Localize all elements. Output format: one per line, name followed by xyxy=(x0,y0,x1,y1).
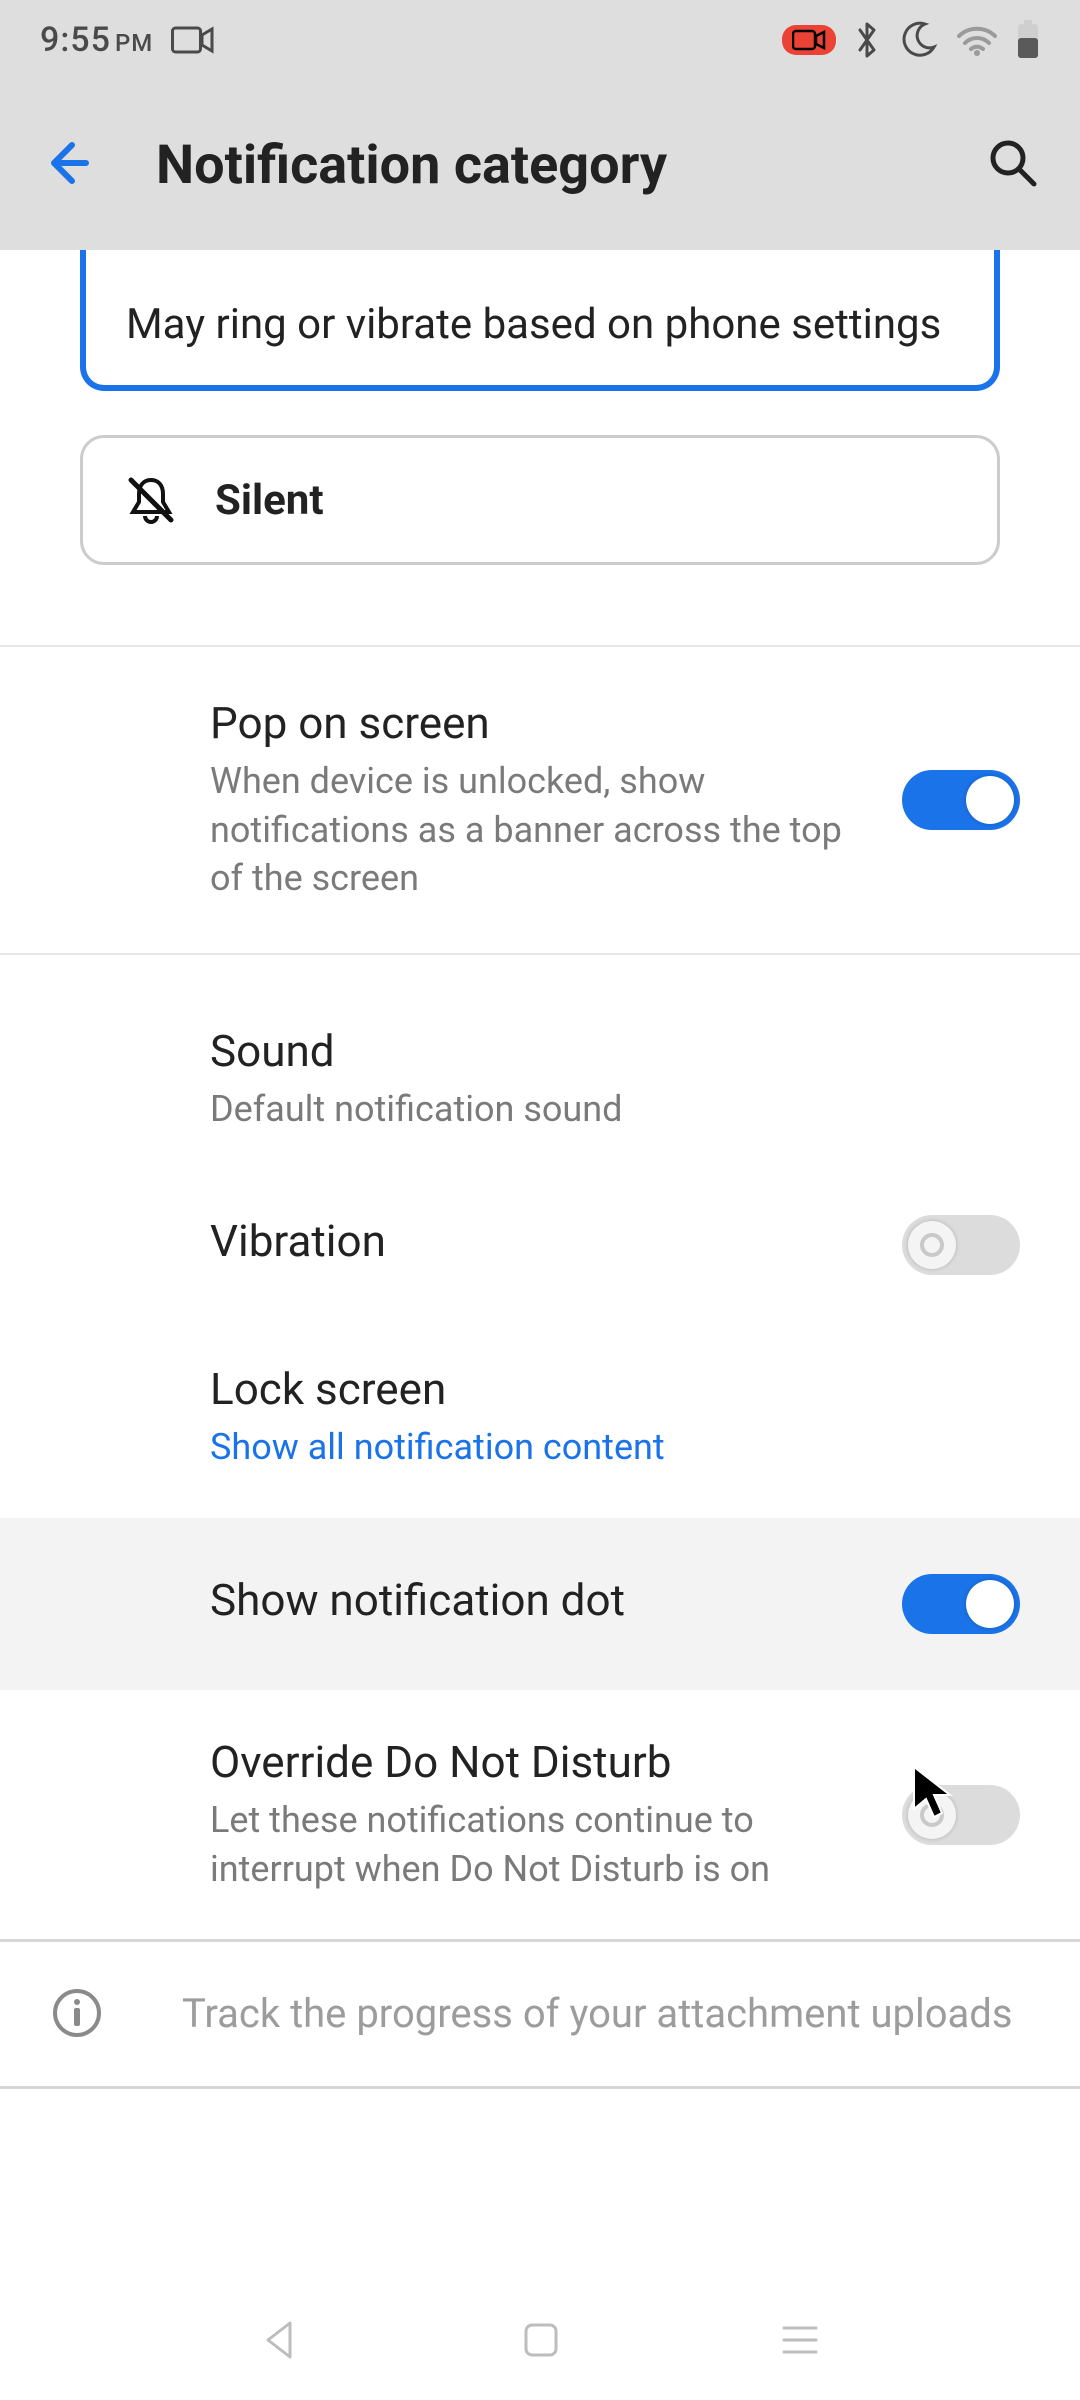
divider xyxy=(0,2086,1080,2089)
option-silent[interactable]: Silent xyxy=(80,435,1000,565)
setting-sound[interactable]: Sound Default notification sound xyxy=(0,955,1080,1168)
toggle-vibration[interactable] xyxy=(902,1215,1020,1275)
setting-notification-dot[interactable]: Show notification dot xyxy=(0,1518,1080,1690)
toggle-notification-dot[interactable] xyxy=(902,1574,1020,1634)
back-button[interactable] xyxy=(40,135,96,195)
bell-off-icon xyxy=(123,472,179,528)
setting-subtitle: Let these notifications continue to inte… xyxy=(210,1796,872,1893)
setting-title: Lock screen xyxy=(210,1363,1020,1415)
nav-back-button[interactable] xyxy=(258,2317,304,2363)
option-default[interactable]: May ring or vibrate based on phone setti… xyxy=(80,250,1000,391)
setting-subtitle: Default notification sound xyxy=(210,1085,1020,1134)
footer-info: Track the progress of your attachment up… xyxy=(0,1942,1080,2086)
setting-lock-screen[interactable]: Lock screen Show all notification conten… xyxy=(0,1323,1080,1518)
setting-title: Sound xyxy=(210,1025,1020,1077)
status-time-ampm: PM xyxy=(115,29,153,57)
page-title: Notification category xyxy=(156,134,667,197)
setting-title: Show notification dot xyxy=(210,1574,872,1626)
wifi-icon xyxy=(956,24,998,56)
setting-subtitle: When device is unlocked, show notificati… xyxy=(210,757,872,903)
status-right xyxy=(782,20,1040,60)
setting-subtitle: Show all notification content xyxy=(210,1423,1020,1472)
setting-vibration[interactable]: Vibration xyxy=(0,1167,1080,1323)
screen-record-badge xyxy=(782,25,836,55)
setting-pop-on-screen[interactable]: Pop on screen When device is unlocked, s… xyxy=(0,647,1080,953)
system-nav-bar xyxy=(0,2280,1080,2400)
toggle-override-dnd[interactable] xyxy=(902,1785,1020,1845)
status-bar: 9:55PM xyxy=(0,0,1080,80)
footer-info-text: Track the progress of your attachment up… xyxy=(182,1986,1020,2042)
search-button[interactable] xyxy=(986,136,1040,194)
option-default-description: May ring or vibrate based on phone setti… xyxy=(126,300,941,349)
content: May ring or vibrate based on phone setti… xyxy=(0,250,1080,2280)
setting-title: Vibration xyxy=(210,1215,872,1267)
battery-icon xyxy=(1016,20,1040,60)
status-time-value: 9:55 xyxy=(40,20,111,60)
toggle-pop-on-screen[interactable] xyxy=(902,770,1020,830)
bluetooth-icon xyxy=(854,20,880,60)
video-icon xyxy=(171,25,215,55)
option-silent-label: Silent xyxy=(215,476,324,525)
app-bar: Notification category xyxy=(0,80,1080,250)
status-time: 9:55PM xyxy=(40,20,153,60)
nav-home-button[interactable] xyxy=(520,2319,562,2361)
do-not-disturb-moon-icon xyxy=(898,20,938,60)
nav-recent-button[interactable] xyxy=(778,2320,822,2360)
setting-title: Override Do Not Disturb xyxy=(210,1736,872,1788)
info-icon xyxy=(50,1986,104,2040)
status-left: 9:55PM xyxy=(40,20,215,60)
setting-title: Pop on screen xyxy=(210,697,872,749)
setting-override-dnd[interactable]: Override Do Not Disturb Let these notifi… xyxy=(0,1690,1080,1939)
